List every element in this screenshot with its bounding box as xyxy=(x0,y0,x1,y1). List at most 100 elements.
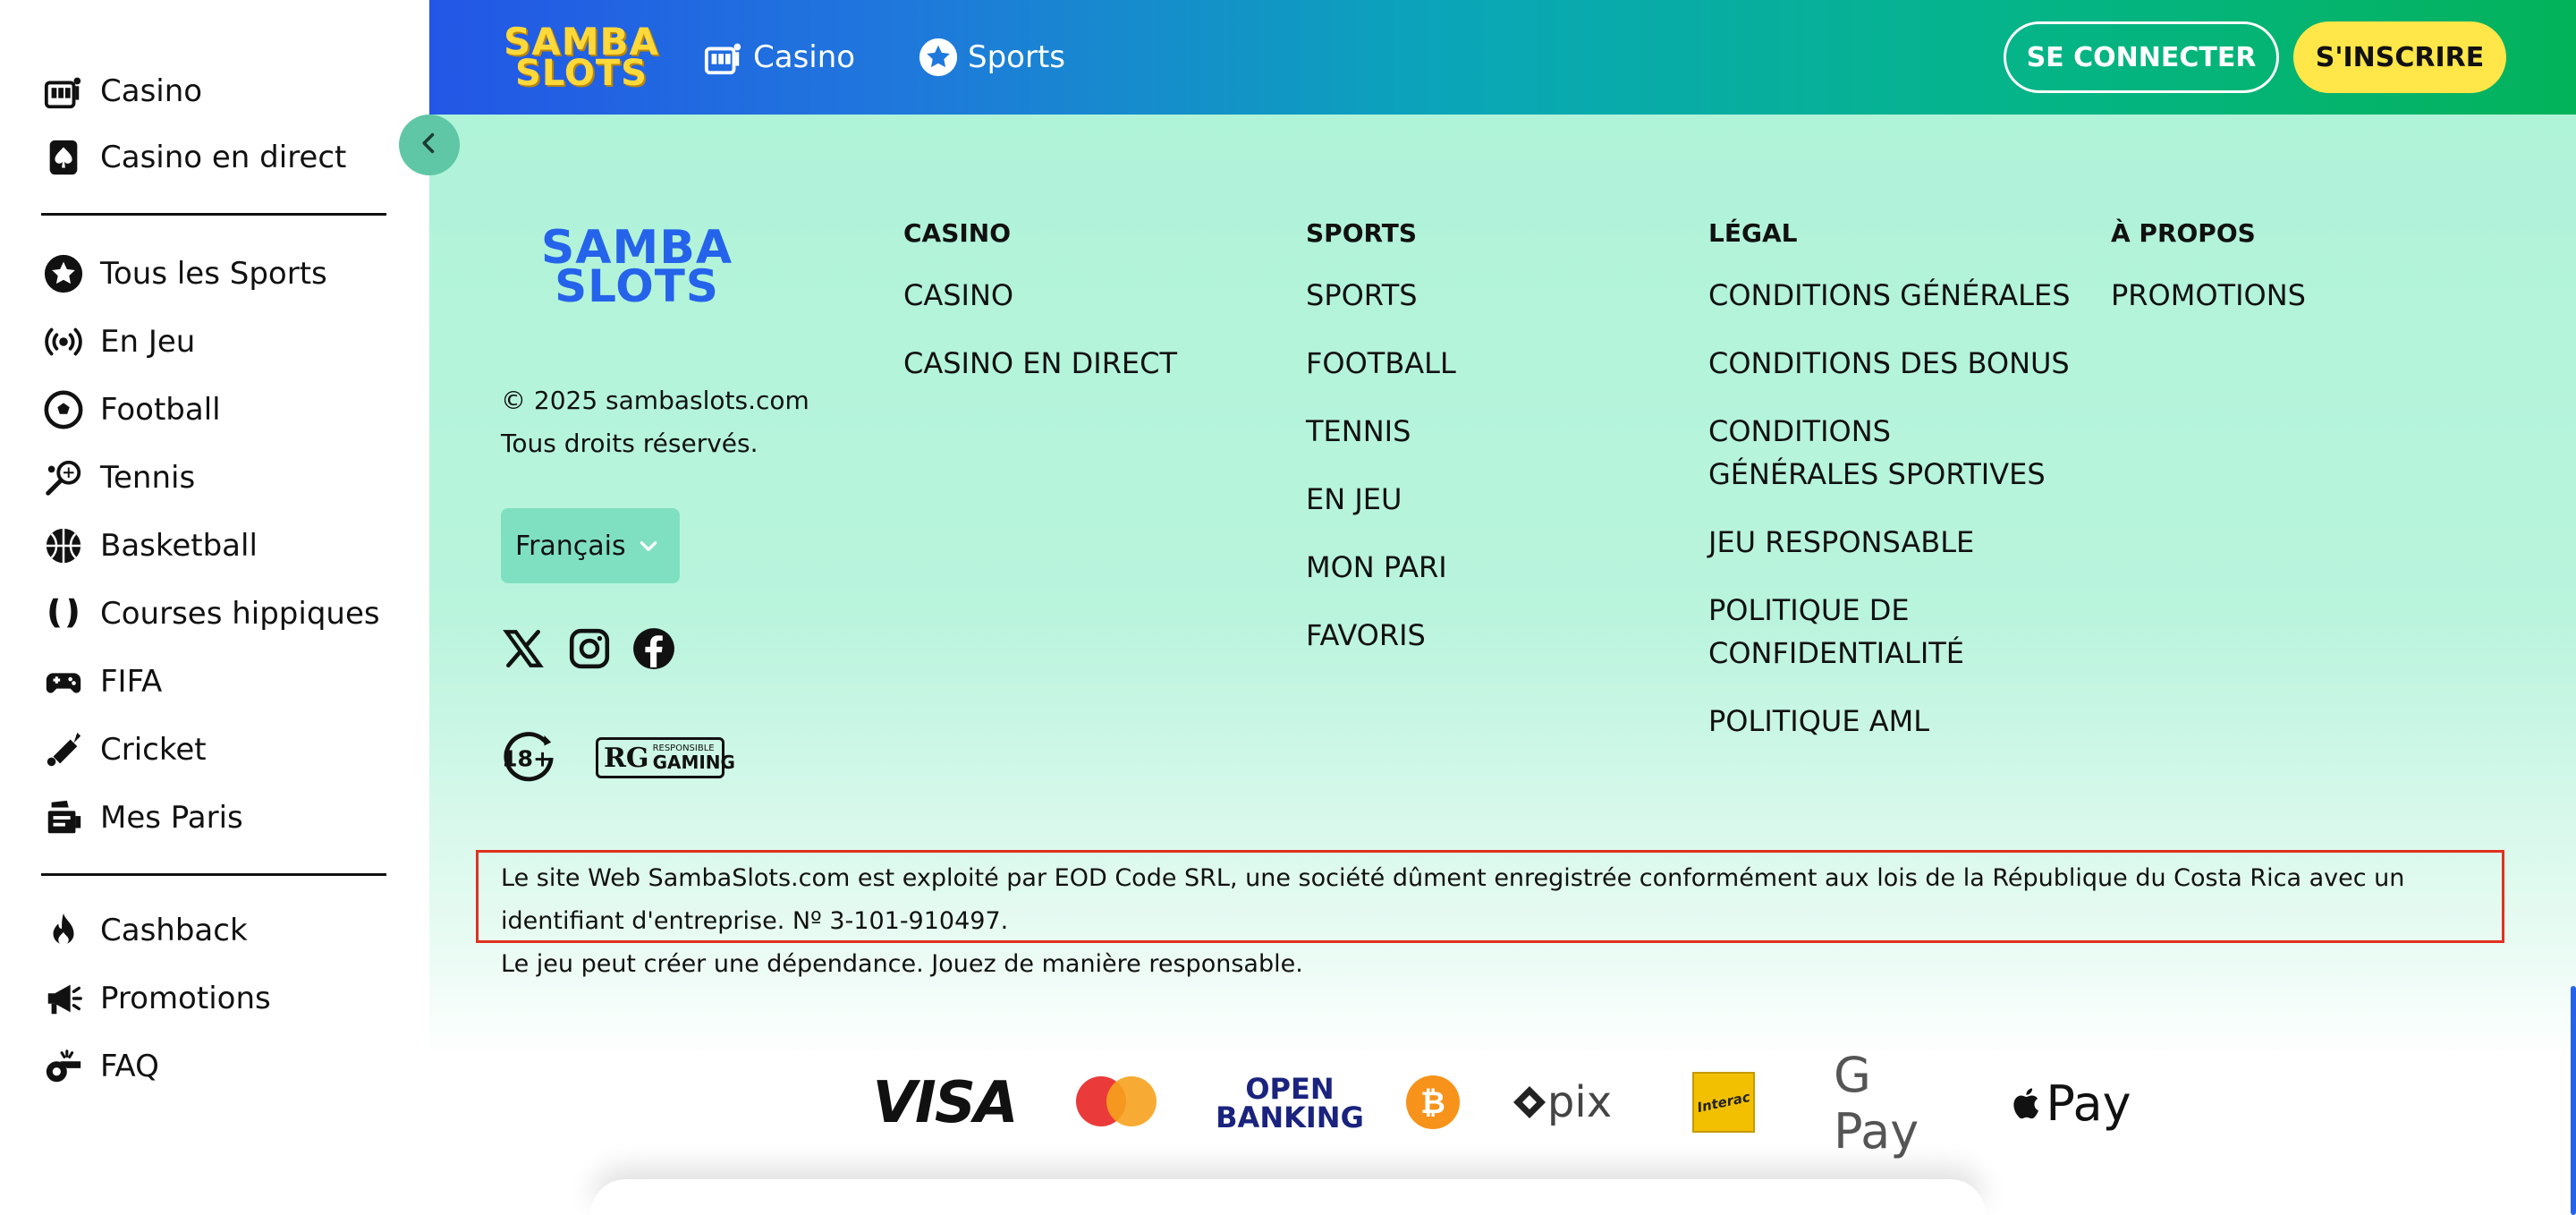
cricket-bat-icon xyxy=(41,727,86,772)
column-title: CASINO xyxy=(903,218,1012,248)
sidebar-item-label: FAQ xyxy=(100,1049,159,1084)
whistle-icon xyxy=(41,1044,86,1089)
live-broadcast-icon xyxy=(41,319,86,364)
sidebar-item-label: Football xyxy=(100,392,221,428)
footer-link[interactable]: MON PARI xyxy=(1306,546,1699,589)
flame-icon xyxy=(41,908,86,953)
sidebar-item-promotions[interactable]: Promotions xyxy=(41,972,271,1025)
mastercard-logo xyxy=(1073,1072,1159,1131)
footer-link[interactable]: FOOTBALL xyxy=(1306,342,1699,385)
sidebar-item-courses-hippiques[interactable]: Courses hippiques xyxy=(41,587,380,641)
footer-column-a-propos: À PROPOS PROMOTIONS xyxy=(2111,218,2504,342)
nav-label: Casino xyxy=(753,39,856,75)
login-button[interactable]: SE CONNECTER xyxy=(2004,21,2279,93)
nav-sports[interactable]: Sports xyxy=(918,32,1065,82)
sidebar-item-label: Mes Paris xyxy=(100,800,243,836)
column-title: À PROPOS xyxy=(2111,218,2256,248)
language-select[interactable]: Français xyxy=(501,508,680,583)
sidebar-item-label: Basketball xyxy=(100,528,258,564)
footer-link[interactable]: CONDITIONS GÉNÉRALES SPORTIVES xyxy=(1708,410,2066,496)
collapse-sidebar-button[interactable] xyxy=(399,115,460,175)
footer-link[interactable]: SPORTS xyxy=(1306,274,1699,317)
sidebar-item-label: Promotions xyxy=(100,981,271,1016)
column-title: SPORTS xyxy=(1306,218,1418,248)
sidebar-item-mes-paris[interactable]: Mes Paris xyxy=(41,791,243,845)
footer-link[interactable]: CONDITIONS GÉNÉRALES xyxy=(1708,274,2102,317)
sidebar-item-label: Casino xyxy=(100,73,203,109)
apple-pay-logo: Pay xyxy=(2004,1066,2138,1140)
sidebar-item-casino[interactable]: Casino xyxy=(41,64,202,118)
footer-link[interactable]: TENNIS xyxy=(1306,410,1699,453)
footer-link[interactable]: CASINO EN DIRECT xyxy=(903,342,1297,385)
language-label: Français xyxy=(515,530,626,562)
age-18-plus-badge: 18+ xyxy=(501,730,556,786)
facebook-icon[interactable] xyxy=(631,626,676,671)
footer-link[interactable]: PROMOTIONS xyxy=(2111,274,2504,317)
svg-text:₿: ₿ xyxy=(1420,1085,1445,1121)
sidebar-item-label: FIFA xyxy=(100,664,163,700)
star-icon xyxy=(919,38,958,77)
nav-casino[interactable]: Casino xyxy=(703,32,855,82)
sidebar-item-fifa[interactable]: FIFA xyxy=(41,655,162,709)
sidebar-item-label: En Jeu xyxy=(100,324,196,360)
signup-button[interactable]: S'INSCRIRE xyxy=(2293,21,2506,93)
rg-big-text: GAMING xyxy=(652,752,735,773)
age-badge-text: 18+ xyxy=(502,746,552,772)
footer-link[interactable]: EN JEU xyxy=(1306,478,1699,521)
instagram-icon[interactable] xyxy=(567,626,612,671)
interac-logo: Interac xyxy=(1692,1072,1755,1133)
sidebar-item-cashback[interactable]: Cashback xyxy=(41,904,248,957)
bitcoin-logo: ₿ xyxy=(1404,1074,1462,1131)
footer-link[interactable]: POLITIQUE AML xyxy=(1708,700,2102,743)
football-icon xyxy=(41,387,86,432)
footer-link[interactable]: JEU RESPONSABLE xyxy=(1708,521,2102,564)
bet-slip-icon xyxy=(41,795,86,840)
chevron-left-icon xyxy=(417,131,442,159)
footer-link[interactable]: CONDITIONS DES BONUS xyxy=(1708,342,2102,385)
sidebar-item-label: Courses hippiques xyxy=(100,596,380,632)
sidebar-item-label: Cricket xyxy=(100,732,207,768)
sidebar-item-label: Casino en direct xyxy=(100,140,347,175)
sidebar-item-football[interactable]: Football xyxy=(41,383,221,437)
pix-logo: pix xyxy=(1508,1068,1615,1136)
sidebar-item-faq[interactable]: FAQ xyxy=(41,1040,159,1093)
sidebar-item-casino-en-direct[interactable]: Casino en direct xyxy=(41,131,346,184)
sidebar-item-cricket[interactable]: Cricket xyxy=(41,723,207,777)
footer-column-sports: SPORTS SPORTS FOOTBALL TENNIS EN JEU MON… xyxy=(1306,218,1699,682)
page-scrollbar[interactable] xyxy=(2571,986,2576,1215)
sidebar-divider xyxy=(41,213,386,216)
casino-icon xyxy=(704,43,741,75)
sidebar: Casino Casino en direct Tous les Sports … xyxy=(0,0,429,1215)
copyright-block: © 2025 sambaslots.com Tous droits réserv… xyxy=(501,379,809,465)
bottom-card-edge xyxy=(590,1179,1986,1215)
column-title: LÉGAL xyxy=(1708,218,1798,248)
sidebar-item-tennis[interactable]: Tennis xyxy=(41,451,195,505)
rg-mark: RG xyxy=(604,742,649,774)
footer: SAMBA SLOTS © 2025 sambaslots.com Tous d… xyxy=(429,115,2576,1215)
star-badge-icon xyxy=(41,251,86,296)
responsible-gaming-badge: RG RESPONSIBLE GAMING xyxy=(596,737,735,778)
footer-link[interactable]: FAVORIS xyxy=(1306,614,1699,657)
google-pay-logo: G Pay xyxy=(1834,1047,1919,1160)
sidebar-item-tous-les-sports[interactable]: Tous les Sports xyxy=(41,247,327,301)
sidebar-divider xyxy=(41,873,386,876)
footer-column-casino: CASINO CASINO CASINO EN DIRECT xyxy=(903,218,1297,410)
footer-link[interactable]: POLITIQUE DE CONFIDENTIALITÉ xyxy=(1708,589,1995,675)
samba-slots-logo[interactable]: SAMBA SLOTS xyxy=(501,18,662,97)
horseshoe-icon xyxy=(41,591,86,636)
x-twitter-icon[interactable] xyxy=(501,626,546,671)
apple-icon xyxy=(2013,1088,2039,1119)
footer-link[interactable]: CASINO xyxy=(903,274,1297,317)
sidebar-item-label: Cashback xyxy=(100,913,248,948)
visa-logo: VISA xyxy=(872,1070,1019,1136)
sidebar-item-label: Tennis xyxy=(100,460,196,496)
sidebar-item-label: Tous les Sports xyxy=(100,256,327,292)
footer-samba-slots-logo[interactable]: SAMBA SLOTS xyxy=(530,217,744,317)
nav-label: Sports xyxy=(968,39,1065,75)
open-banking-logo: OPEN BANKING xyxy=(1216,1072,1364,1134)
sidebar-item-en-jeu[interactable]: En Jeu xyxy=(41,315,195,369)
basketball-icon xyxy=(41,523,86,568)
megaphone-icon xyxy=(41,976,86,1021)
sidebar-item-basketball[interactable]: Basketball xyxy=(41,519,258,573)
gamepad-icon xyxy=(41,659,86,704)
